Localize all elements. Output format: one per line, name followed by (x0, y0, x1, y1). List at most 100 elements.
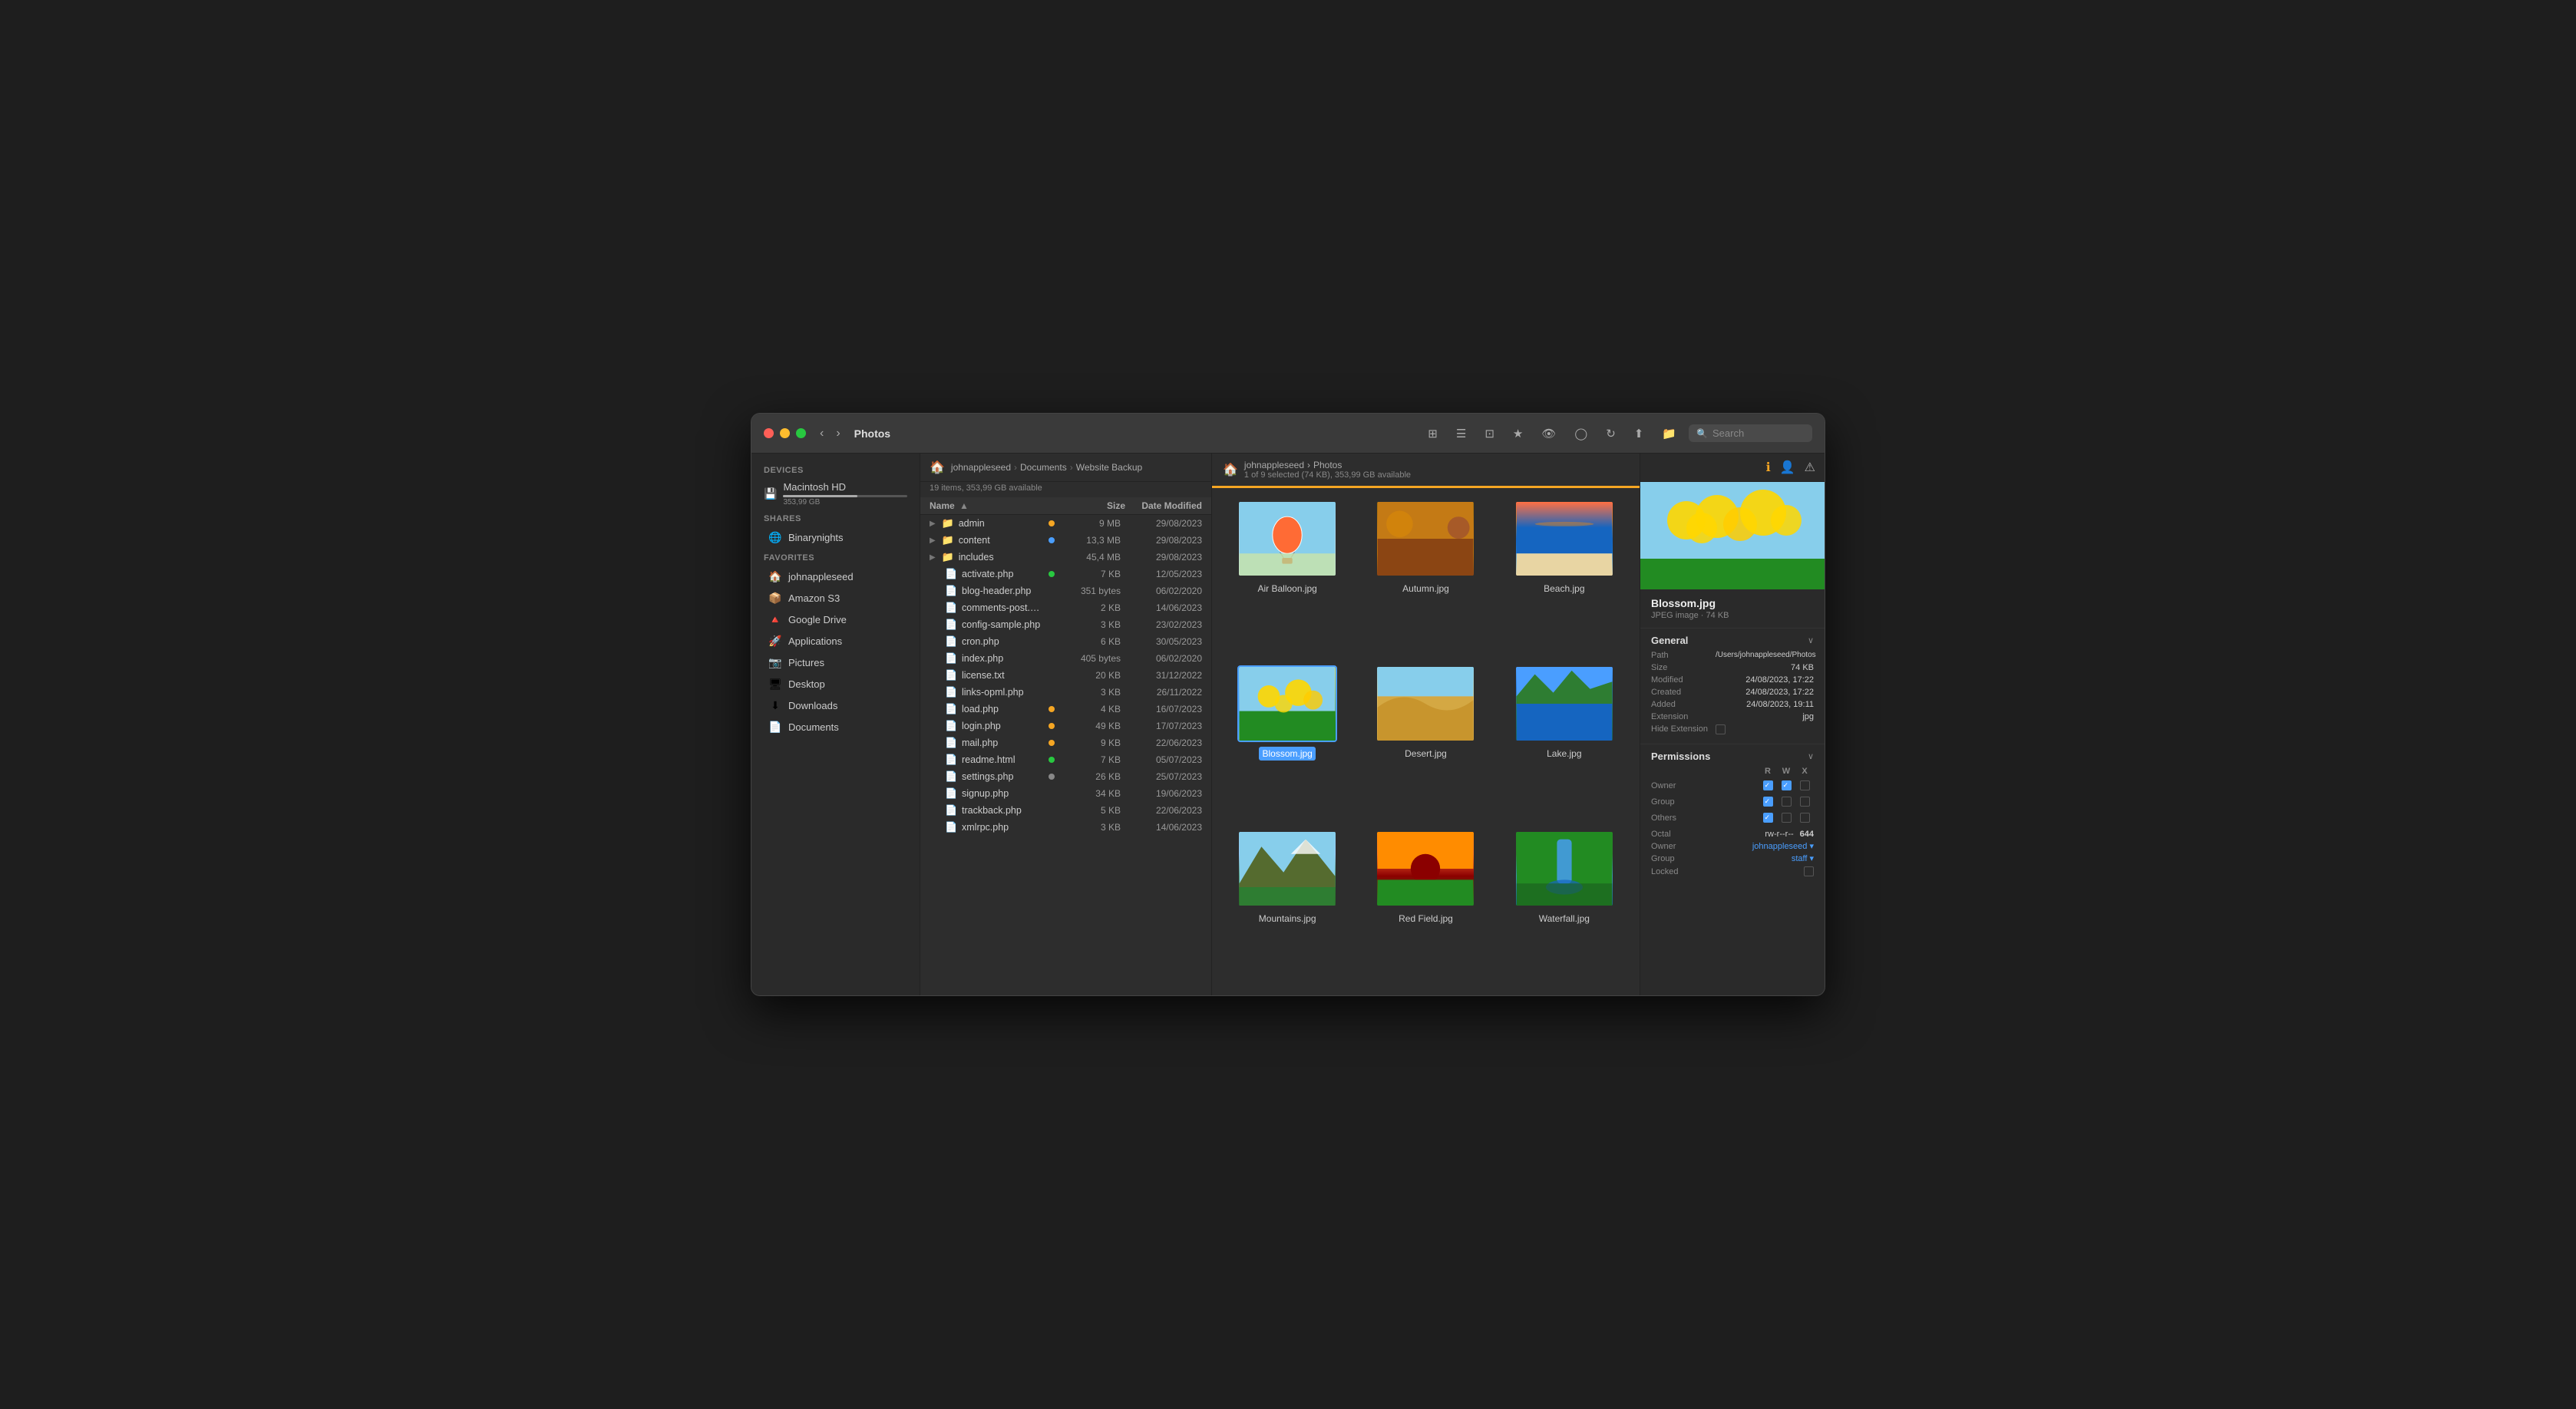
table-row[interactable]: ▶ 📁 admin 9 MB 29/08/2023 (920, 515, 1211, 532)
photo-cell-beach[interactable]: Beach.jpg (1501, 500, 1627, 653)
others-x-checkbox[interactable] (1800, 813, 1810, 823)
photo-cell-desert[interactable]: Desert.jpg (1362, 665, 1488, 818)
sidebar-item-desktop[interactable]: 🖥 Desktop (756, 674, 915, 695)
table-row[interactable]: 📄 index.php 405 bytes 06/02/2020 (920, 650, 1211, 667)
share-button[interactable]: ◯ (1568, 423, 1593, 444)
perm-owner-r[interactable] (1759, 779, 1777, 793)
file-name: blog-header.php (962, 586, 1044, 596)
photo-cell-waterfall[interactable]: Waterfall.jpg (1501, 830, 1627, 983)
folder-button[interactable]: 📁 (1656, 423, 1683, 444)
photo-cell-lake[interactable]: Lake.jpg (1501, 665, 1627, 818)
photo-cell-air-balloon[interactable]: Air Balloon.jpg (1224, 500, 1350, 653)
table-row[interactable]: 📄 activate.php 7 KB 12/05/2023 (920, 566, 1211, 582)
file-date: 06/02/2020 (1125, 653, 1202, 664)
sidebar-item-johnappleseed[interactable]: 🏠 johnappleseed (756, 566, 915, 587)
status-dot (1049, 774, 1055, 780)
search-input[interactable] (1712, 427, 1805, 439)
photo-cell-red-field[interactable]: Red Field.jpg (1362, 830, 1488, 983)
owner-w-checkbox[interactable] (1782, 780, 1792, 790)
warning-tab-button[interactable]: ⚠ (1805, 460, 1815, 475)
group-w-checkbox[interactable] (1782, 797, 1792, 807)
breadcrumb-johnappleseed[interactable]: johnappleseed (1244, 460, 1304, 470)
owner-x-checkbox[interactable] (1800, 780, 1810, 790)
file-name: activate.php (962, 569, 1044, 579)
breadcrumb-website-backup[interactable]: Website Backup (1076, 462, 1143, 473)
close-button[interactable] (764, 428, 774, 438)
table-row[interactable]: 📄 links-opml.php 3 KB 26/11/2022 (920, 684, 1211, 701)
list-view-button[interactable]: ☰ (1450, 423, 1472, 444)
sidebar-item-binarynights[interactable]: 🌐 Binarynights (756, 527, 915, 548)
group-value[interactable]: staff ▾ (1792, 853, 1814, 863)
perm-owner-w[interactable] (1777, 779, 1795, 793)
sidebar-item-macintosh-hd[interactable]: 💾 Macintosh HD 353,99 GB (751, 478, 920, 510)
table-row[interactable]: 📄 xmlrpc.php 3 KB 14/06/2023 (920, 819, 1211, 836)
icon-view-button[interactable]: ⊞ (1422, 423, 1444, 444)
perm-group-r[interactable] (1759, 795, 1777, 809)
sidebar-item-pictures[interactable]: 📷 Pictures (756, 652, 915, 673)
photo-cell-autumn[interactable]: Autumn.jpg (1362, 500, 1488, 653)
owner-r-checkbox[interactable] (1763, 780, 1773, 790)
table-row[interactable]: 📄 comments-post.php 2 KB 14/06/2023 (920, 599, 1211, 616)
photo-label: Waterfall.jpg (1536, 912, 1593, 926)
table-row[interactable]: 📄 login.php 49 KB 17/07/2023 (920, 718, 1211, 734)
info-tab-button[interactable]: ℹ (1766, 460, 1771, 475)
owner-value[interactable]: johnappleseed ▾ (1752, 841, 1814, 851)
upload-button[interactable]: ⬆ (1628, 423, 1650, 444)
minimize-button[interactable] (780, 428, 790, 438)
col-date-header[interactable]: Date Modified (1125, 500, 1202, 511)
table-row[interactable]: 📄 readme.html 7 KB 05/07/2023 (920, 751, 1211, 768)
sidebar-item-google-drive[interactable]: 🔺 Google Drive (756, 609, 915, 630)
sync-button[interactable]: ↻ (1600, 423, 1622, 444)
table-row[interactable]: 📄 signup.php 34 KB 19/06/2023 (920, 785, 1211, 802)
preview-button[interactable]: 👁 (1535, 423, 1562, 444)
sidebar-item-downloads[interactable]: ⬇ Downloads (756, 695, 915, 716)
others-w-checkbox[interactable] (1782, 813, 1792, 823)
hide-extension-checkbox[interactable] (1716, 724, 1726, 734)
breadcrumb-johnappleseed[interactable]: johnappleseed (951, 462, 1011, 473)
file-size: 9 KB (1059, 737, 1121, 748)
locked-checkbox[interactable] (1804, 866, 1814, 876)
permissions-table: R W X Owner (1651, 767, 1814, 876)
table-row[interactable]: 📄 cron.php 6 KB 30/05/2023 (920, 633, 1211, 650)
maximize-button[interactable] (796, 428, 806, 438)
sidebar-item-applications[interactable]: 🚀 Applications (756, 631, 915, 652)
table-row[interactable]: 📄 settings.php 26 KB 25/07/2023 (920, 768, 1211, 785)
breadcrumb-photos[interactable]: Photos (1313, 460, 1342, 470)
sidebar-item-documents[interactable]: 📄 Documents (756, 717, 915, 737)
photo-label: Blossom.jpg (1259, 747, 1315, 761)
perm-others-x[interactable] (1795, 811, 1814, 825)
group-r-checkbox[interactable] (1763, 797, 1773, 807)
preview-image (1640, 482, 1825, 589)
perm-others-r[interactable] (1759, 811, 1777, 825)
breadcrumb-documents[interactable]: Documents (1020, 462, 1067, 473)
forward-button[interactable]: › (831, 424, 844, 444)
group-x-checkbox[interactable] (1800, 797, 1810, 807)
perm-group-x[interactable] (1795, 795, 1814, 809)
user-tab-button[interactable]: 👤 (1780, 460, 1795, 475)
table-row[interactable]: 📄 config-sample.php 3 KB 23/02/2023 (920, 616, 1211, 633)
table-row[interactable]: 📄 trackback.php 5 KB 22/06/2023 (920, 802, 1211, 819)
star-button[interactable]: ★ (1507, 423, 1529, 444)
sidebar-item-amazon-s3[interactable]: 📦 Amazon S3 (756, 588, 915, 609)
photo-cell-blossom[interactable]: Blossom.jpg (1224, 665, 1350, 818)
perm-others-w[interactable] (1777, 811, 1795, 825)
perm-owner-row: Owner (1651, 779, 1814, 793)
others-r-checkbox[interactable] (1763, 813, 1773, 823)
col-size-header[interactable]: Size (1064, 500, 1125, 511)
back-button[interactable]: ‹ (815, 424, 828, 444)
table-row[interactable]: ▶ 📁 includes 45,4 MB 29/08/2023 (920, 549, 1211, 566)
col-name-header[interactable]: Name ▲ (930, 500, 1064, 511)
table-row[interactable]: 📄 mail.php 9 KB 22/06/2023 (920, 734, 1211, 751)
search-bar[interactable]: 🔍 (1689, 424, 1812, 442)
table-row[interactable]: ▶ 📁 content 13,3 MB 29/08/2023 (920, 532, 1211, 549)
file-date: 29/08/2023 (1125, 552, 1202, 563)
table-row[interactable]: 📄 license.txt 20 KB 31/12/2022 (920, 667, 1211, 684)
photo-cell-mountains[interactable]: Mountains.jpg (1224, 830, 1350, 983)
table-row[interactable]: 📄 blog-header.php 351 bytes 06/02/2020 (920, 582, 1211, 599)
permissions-section-header[interactable]: Permissions ∨ (1651, 751, 1814, 762)
perm-group-w[interactable] (1777, 795, 1795, 809)
perm-owner-x[interactable] (1795, 779, 1814, 793)
general-section-header[interactable]: General ∨ (1651, 635, 1814, 646)
column-view-button[interactable]: ⊡ (1478, 423, 1501, 444)
table-row[interactable]: 📄 load.php 4 KB 16/07/2023 (920, 701, 1211, 718)
